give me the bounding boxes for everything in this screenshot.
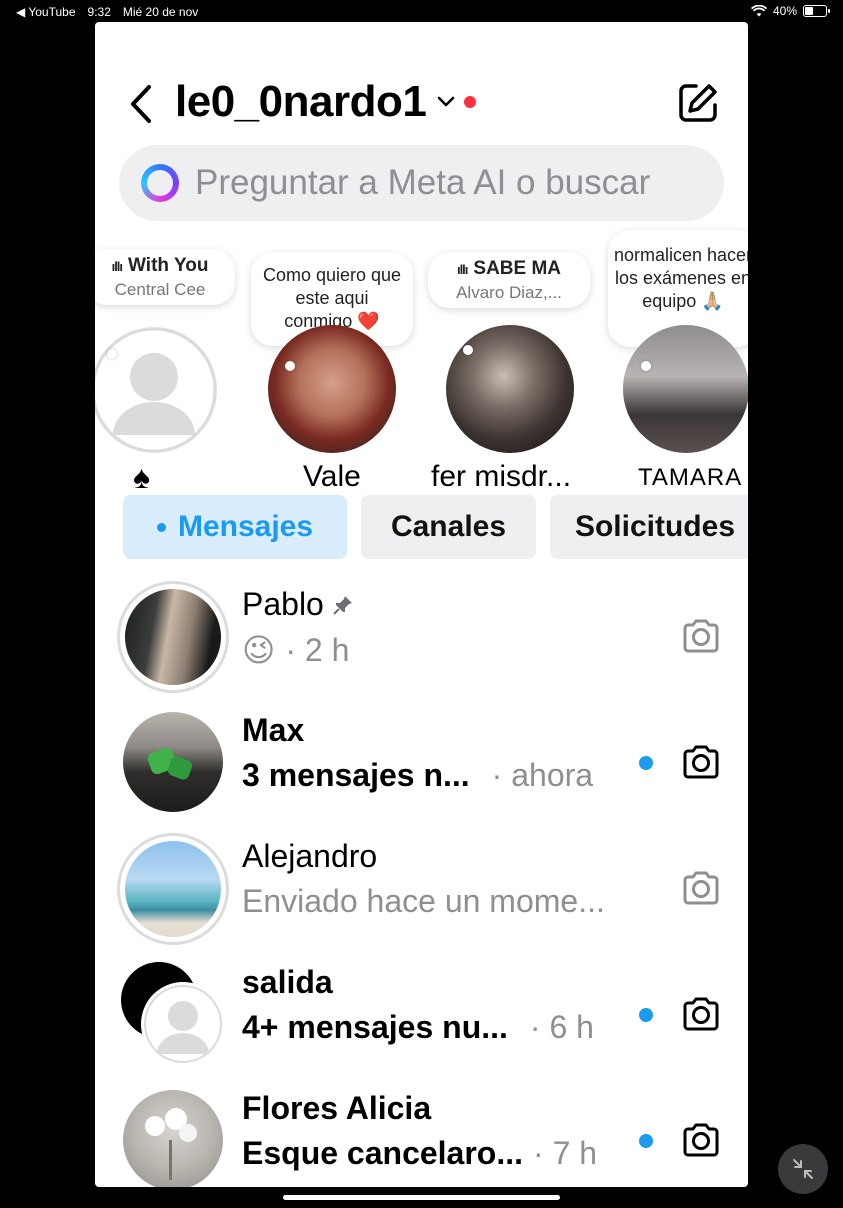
note-tail	[463, 345, 473, 355]
chevron-down-icon	[438, 96, 455, 107]
unread-dot	[639, 756, 653, 770]
thread-name-text: Pablo	[242, 586, 324, 622]
avatar[interactable]	[123, 1090, 223, 1187]
notes-strip[interactable]: ıllı With You Central Cee ♠ Como quiero q…	[95, 227, 748, 495]
instagram-direct-inbox: le0_0nardo1 Preguntar a Meta AI o buscar…	[95, 22, 748, 1187]
status-bar: ◀ YouTube 9:32 Mié 20 de nov 40%	[0, 0, 843, 22]
tab-label: Canales	[390, 510, 507, 543]
battery-fill	[805, 7, 813, 15]
thread-preview: Esque cancelaro... · 7 h	[242, 1135, 597, 1172]
tab-canales[interactable]: Canales	[361, 495, 536, 559]
thread-preview: 4+ mensajes nu... · 6 h	[242, 1009, 594, 1046]
thread-row[interactable]: salida 4+ mensajes nu... · 6 h	[95, 952, 748, 1078]
exit-fullscreen-button[interactable]	[778, 1144, 828, 1194]
thread-time: · 2 h	[285, 631, 350, 668]
home-indicator[interactable]	[283, 1195, 560, 1200]
thread-preview: 3 mensajes n... · ahora	[242, 757, 593, 794]
status-time: 9:32	[87, 5, 111, 19]
note-bubble[interactable]: ıllı With You Central Cee	[95, 249, 235, 305]
pin-icon	[333, 595, 352, 615]
thread-name: Flores Alicia	[242, 1090, 431, 1127]
thread-time: · ahora	[491, 757, 594, 793]
battery-icon	[803, 5, 830, 17]
back-arrow-icon[interactable]	[125, 81, 161, 127]
note-name: ♠	[133, 459, 150, 495]
battery-percent: 40%	[772, 4, 797, 18]
back-to-app-link[interactable]: ◀ YouTube	[16, 5, 76, 19]
note-name: Vale	[303, 460, 361, 493]
thread-time: · 6 h	[529, 1009, 594, 1045]
note-bubble[interactable]: ıllı SABE MA Alvaro Diaz,...	[428, 252, 590, 308]
note-song-title: With You	[128, 255, 209, 276]
thread-row[interactable]: Alejandro Enviado hace un mome...	[95, 826, 748, 952]
preview-text: Esque cancelaro...	[242, 1135, 524, 1171]
thread-name-text: salida	[242, 964, 333, 1000]
thread-row[interactable]: Max 3 mensajes n... · ahora	[95, 700, 748, 826]
note-text: Como quiero que este aqui conmigo ❤️	[262, 265, 402, 331]
wifi-icon	[750, 5, 767, 17]
inbox-tabs: Mensajes Canales Solicitudes	[123, 495, 748, 559]
camera-icon[interactable]	[680, 615, 722, 657]
thread-name: Alejandro	[242, 838, 377, 875]
thread-name: Pablo	[242, 586, 354, 623]
camera-icon[interactable]	[680, 993, 722, 1035]
inbox-header: le0_0nardo1	[95, 77, 748, 137]
note-avatar[interactable]	[268, 325, 396, 453]
default-avatar-icon	[141, 982, 225, 1066]
thread-name: Max	[242, 712, 304, 749]
note-song-title: SABE MA	[473, 258, 562, 279]
tab-solicitudes[interactable]: Solicitudes	[550, 495, 748, 559]
username-title: le0_0nardo1	[175, 77, 427, 126]
thread-row[interactable]: Pablo 😉 · 2 h	[95, 574, 748, 700]
tab-mensajes[interactable]: Mensajes	[123, 495, 347, 559]
audio-bars-icon: ıllı	[456, 262, 468, 277]
search-placeholder: Preguntar a Meta AI o buscar	[195, 163, 651, 202]
active-indicator	[156, 522, 166, 532]
notification-dot	[464, 96, 477, 108]
unread-dot	[639, 1008, 653, 1022]
thread-time: · 7 h	[533, 1135, 598, 1171]
note-song-artist: Alvaro Diaz,...	[456, 283, 562, 302]
note-avatar[interactable]	[623, 325, 748, 453]
meta-ai-search-bar[interactable]: Preguntar a Meta AI o buscar	[119, 145, 724, 221]
tab-label: Solicitudes	[574, 510, 736, 543]
note-avatar[interactable]	[95, 327, 217, 453]
preview-text: 4+ mensajes nu...	[242, 1009, 508, 1045]
meta-ai-icon	[141, 164, 179, 202]
camera-icon[interactable]	[680, 867, 722, 909]
compose-icon[interactable]	[676, 81, 720, 125]
thread-preview: Enviado hace un mome...	[242, 883, 605, 920]
note-name: TAMARA	[638, 464, 743, 491]
preview-text: 😉	[242, 632, 276, 668]
status-date: Mié 20 de nov	[122, 5, 199, 19]
thread-name-text: Max	[242, 712, 305, 748]
thread-name-text: Alejandro	[242, 838, 378, 874]
note-avatar[interactable]	[446, 325, 574, 453]
preview-text: 3 mensajes n...	[242, 757, 470, 793]
note-tail	[285, 361, 295, 371]
note-tail	[641, 361, 651, 371]
collapse-arrows-icon	[793, 1159, 813, 1179]
thread-name-text: Flores Alicia	[242, 1090, 432, 1126]
avatar[interactable]	[123, 712, 223, 812]
thread-row[interactable]: Flores Alicia Esque cancelaro... · 7 h	[95, 1078, 748, 1187]
default-avatar-icon	[95, 327, 217, 453]
note-name: fer misdr...	[431, 460, 572, 493]
avatar[interactable]	[117, 833, 229, 945]
tab-label: Mensajes	[177, 510, 314, 543]
thread-preview: 😉 · 2 h	[242, 631, 349, 669]
account-switcher[interactable]: le0_0nardo1	[175, 77, 477, 127]
camera-icon[interactable]	[680, 741, 722, 783]
note-tail	[107, 349, 117, 359]
note-song-artist: Central Cee	[114, 280, 206, 299]
preview-text: Enviado hace un mome...	[242, 883, 605, 919]
group-avatar[interactable]	[121, 962, 231, 1072]
unread-dot	[639, 1134, 653, 1148]
avatar[interactable]	[117, 581, 229, 693]
thread-name: salida	[242, 964, 333, 1001]
audio-bars-icon: ıllı	[111, 259, 123, 274]
camera-icon[interactable]	[680, 1119, 722, 1161]
note-text: normalicen hacer los exámenes en equipo …	[613, 245, 748, 311]
